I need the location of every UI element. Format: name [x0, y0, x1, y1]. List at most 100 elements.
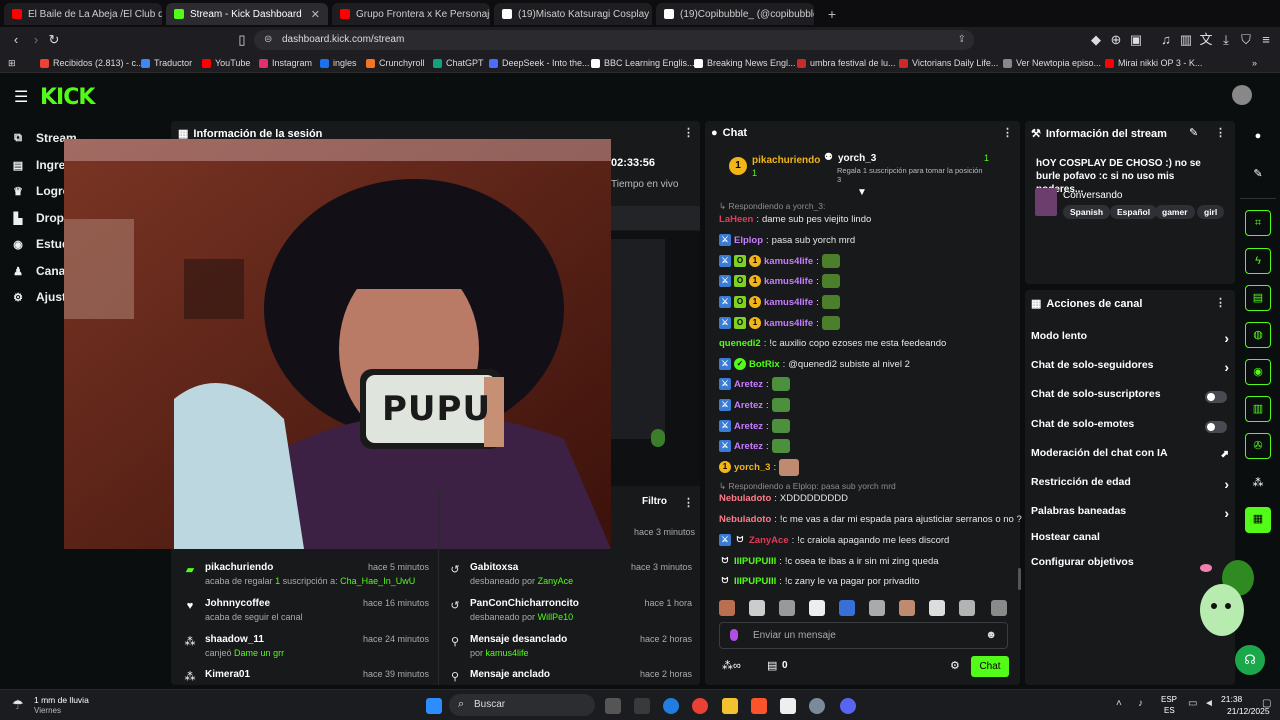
layout-rail-icon[interactable]: ▥ — [1245, 396, 1271, 422]
emote-icon[interactable] — [749, 600, 765, 616]
more-bookmarks-icon[interactable]: » — [1252, 56, 1257, 70]
kick-logo[interactable]: KICK — [40, 85, 95, 110]
list-rail-icon[interactable]: ▤ — [1245, 285, 1271, 311]
action-banned-words[interactable]: Palabras baneadas › — [1031, 505, 1229, 523]
download-icon[interactable]: ⤓ — [1218, 32, 1234, 48]
browser-tab[interactable]: (19)Misato Katsuragi Cosplay Highlig — [494, 3, 652, 25]
emotes-only-toggle[interactable] — [1205, 421, 1227, 433]
address-bar[interactable]: ⊜ dashboard.kick.com/stream ⇪ — [254, 30, 974, 50]
volume-icon[interactable]: ◄ — [1204, 698, 1214, 709]
session-menu-icon[interactable]: ⋮ — [683, 126, 694, 139]
chat-message[interactable]: ⚔ ✓ BotRix: @quenedi2 subiste al nivel 2 — [719, 357, 1019, 371]
chat-menu-icon[interactable]: ⋮ — [1002, 126, 1013, 139]
modlog-item[interactable]: ⚲ Mensaje anclado hace 2 horas — [449, 669, 692, 685]
modlog-item[interactable]: ↺ Gabitoxsa hace 3 minutos desbaneado po… — [449, 562, 692, 594]
send-chat-button[interactable]: Chat — [971, 656, 1009, 677]
hamburger-menu-icon[interactable]: ☰ — [14, 87, 28, 107]
microphone-tray-icon[interactable]: ♪ — [1138, 698, 1143, 709]
extension-icon[interactable]: ◆ — [1088, 32, 1104, 48]
edit-rail-icon[interactable]: ✎ — [1245, 162, 1271, 188]
chat-message[interactable]: ⚔ O 1 kamus4life: — [719, 274, 1019, 288]
bookmark-item[interactable]: umbra festival de lu... — [797, 56, 896, 70]
settings-app-icon[interactable] — [809, 698, 825, 714]
users-icon[interactable]: ⁂∞ — [722, 659, 741, 672]
shield-icon[interactable]: ⛉ — [1238, 32, 1254, 48]
event-item[interactable]: ⁂ shaadow_11 hace 24 minutos canjeó Dame… — [184, 634, 430, 666]
filter-label[interactable]: Filtro — [642, 496, 667, 507]
close-icon[interactable]: ✕ — [311, 8, 320, 21]
event-item[interactable]: ♥ Johnnycoffee hace 16 minutos acaba de … — [184, 598, 429, 630]
tag[interactable]: girl — [1197, 205, 1225, 219]
emote-icon[interactable] — [779, 600, 795, 616]
translate-icon[interactable]: 文 — [1198, 32, 1214, 48]
discord-icon[interactable] — [840, 698, 856, 714]
chrome-icon[interactable] — [692, 698, 708, 714]
weather-label[interactable]: 1 mm de lluvia — [34, 695, 89, 705]
chat-message[interactable]: ⚔ Aretez: — [719, 419, 1019, 433]
share-icon[interactable]: ⇪ — [958, 30, 966, 50]
emote-icon[interactable] — [959, 600, 975, 616]
chat-message[interactable]: ⚔ O 1 kamus4life: — [719, 254, 1019, 268]
browser-tab-active[interactable]: Stream - Kick Dashboard ✕ — [166, 3, 328, 25]
extension-icon[interactable]: ⊕ — [1108, 32, 1124, 48]
language-indicator[interactable]: ESP — [1161, 695, 1177, 704]
users-rail-icon[interactable]: ⁂ — [1245, 471, 1271, 497]
notification-icon[interactable]: ▢ — [1262, 698, 1271, 709]
site-info-icon[interactable]: ⊜ — [264, 30, 272, 50]
tools-rail-icon[interactable]: ✇ — [1245, 433, 1271, 459]
chat-message[interactable]: ⚔ Aretez: — [719, 398, 1019, 412]
emote-icon[interactable] — [839, 600, 855, 616]
collapse-icon[interactable]: ▼ — [857, 187, 867, 198]
chat-message[interactable]: quenedi2: !c auxilio copo ezoses me esta… — [719, 336, 1019, 350]
action-subscribers-only[interactable]: Chat de solo-suscriptores — [1031, 388, 1229, 406]
sidebar-item-drops[interactable]: ▙ Drops — [12, 208, 71, 228]
modlog-item[interactable]: ↺ PanConChicharroncito hace 1 hora desba… — [449, 598, 692, 630]
bookmark-item[interactable]: Victorians Daily Life... — [899, 56, 998, 70]
reload-icon[interactable]: ↻ — [46, 32, 62, 48]
extension-rail-icon[interactable]: ▦ — [1245, 507, 1271, 533]
bookmark-item[interactable]: YouTube — [202, 56, 250, 70]
emote-icon[interactable] — [869, 600, 885, 616]
edge-icon[interactable] — [663, 698, 679, 714]
kick-app-icon[interactable] — [780, 698, 796, 714]
chat-message[interactable]: ⚔ Aretez: — [719, 377, 1019, 391]
emote-icon[interactable] — [991, 600, 1007, 616]
chat-message[interactable]: ⚔ O 1 kamus4life: — [719, 295, 1019, 309]
bookmark-item[interactable]: Ver Newtopia episo... — [1003, 56, 1101, 70]
chat-message[interactable]: ⚔ O 1 kamus4life: — [719, 316, 1019, 330]
subscribers-only-toggle[interactable] — [1205, 391, 1227, 403]
bookmark-item[interactable]: BBC Learning Englis... — [591, 56, 695, 70]
action-age-restriction[interactable]: Restricción de edad › — [1031, 476, 1229, 494]
modlog-item[interactable]: ⚲ Mensaje desanclado hace 2 horas por ka… — [449, 634, 692, 666]
edit-icon[interactable]: ✎ — [1189, 126, 1198, 139]
avatar[interactable] — [1232, 85, 1252, 105]
chat-message[interactable]: ᗢ IIIPUPUIII: !c osea te ibas a ir sin m… — [719, 554, 1019, 568]
extension-icon[interactable]: ▣ — [1128, 32, 1144, 48]
brave-icon[interactable] — [751, 698, 767, 714]
tag[interactable]: Spanish — [1063, 205, 1111, 219]
gift-target-name[interactable]: yorch_3 — [838, 153, 876, 164]
bookmark-item[interactable]: Recibidos (2.813) - c... — [40, 56, 144, 70]
task-view-icon[interactable] — [605, 698, 621, 714]
event-item[interactable]: ▰ pikachuriendo hace 5 minutos acaba de … — [184, 562, 429, 594]
chat-message[interactable]: ⚔ ᗢ ZanyAce: !c craiola apagando me lees … — [719, 533, 1019, 547]
sidebar-item-achievements[interactable]: ♛ Logro — [12, 181, 70, 201]
chat-rail-icon[interactable]: ◍ — [1245, 322, 1271, 348]
chat-message[interactable]: ᗢ IIIPUPUIII: !c zany le va pagar por pr… — [719, 574, 1019, 588]
category-thumbnail[interactable] — [1035, 188, 1057, 216]
menu-icon[interactable]: ≡ — [1258, 32, 1274, 48]
bookmark-item[interactable]: Crunchyroll — [366, 56, 425, 70]
taskbar-search[interactable]: ⌕ Buscar — [449, 694, 595, 716]
chat-message[interactable]: LaHeen: dame sub pes viejito lindo — [719, 212, 1019, 226]
sidebar-item-studio[interactable]: ◉ Estud — [12, 234, 69, 254]
event-item[interactable]: ⁂ Kimera01 hace 39 minutos — [184, 669, 430, 685]
new-tab-button[interactable]: + — [824, 6, 840, 22]
browser-tab[interactable]: (19)Copibubble_ (@copibubble_) | T — [656, 3, 814, 25]
windows-start-icon[interactable] — [426, 698, 442, 714]
emoji-icon[interactable]: ☻ — [985, 629, 997, 641]
media-icon[interactable]: ♫ — [1158, 32, 1174, 48]
file-explorer-icon[interactable] — [722, 698, 738, 714]
category-name[interactable]: Conversando — [1063, 190, 1122, 201]
clip-rail-icon[interactable]: ⌗ — [1245, 210, 1271, 236]
emote-icon[interactable] — [929, 600, 945, 616]
